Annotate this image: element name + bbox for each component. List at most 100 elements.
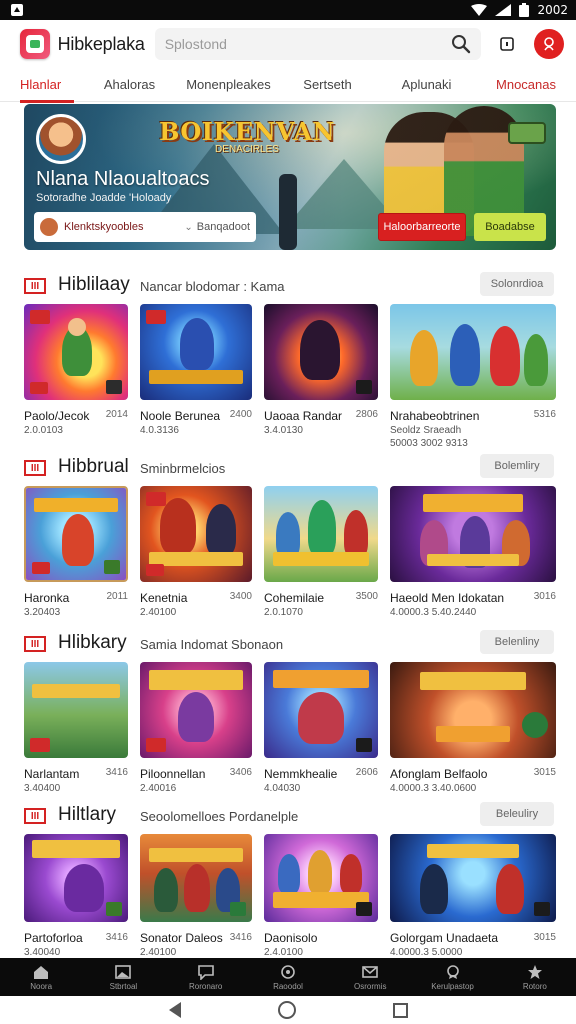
- game-card[interactable]: Piloonnellan 3406 2.40016: [140, 662, 252, 794]
- game-year: 2014: [105, 409, 128, 420]
- section-badge: III: [24, 460, 46, 476]
- game-title: Noole Berunea: [140, 409, 221, 423]
- game-meta: 2.0.0103: [24, 425, 63, 436]
- hero-select[interactable]: Klenktskyoobles ⌄ Banqadoot: [34, 212, 256, 242]
- hero-avatar[interactable]: [36, 114, 86, 164]
- game-year: 3500: [355, 591, 378, 602]
- game-thumbnail: [140, 304, 252, 400]
- game-title: Golorgam Unadaeta: [390, 931, 499, 945]
- game-thumbnail: [264, 304, 378, 400]
- recents-icon[interactable]: [392, 1002, 408, 1018]
- game-card[interactable]: Haeold Men Idokatan 3016 4.0000.3 5.40.2…: [390, 486, 556, 618]
- nav-settings[interactable]: Raoodol: [247, 958, 329, 996]
- game-thumbnail: [24, 662, 128, 758]
- game-card[interactable]: Afonglam Belfaolo 3015 4.0000.3 3.40.060…: [390, 662, 556, 794]
- hero-select-avatar: [40, 218, 58, 236]
- game-meta: 2.40100: [140, 947, 177, 958]
- game-card[interactable]: Paolo/Jecok 2014 2.0.0103: [24, 304, 128, 436]
- game-meta: Seoldz Sraeadh: [390, 425, 462, 436]
- tab-2[interactable]: Ahaloras: [80, 68, 179, 102]
- game-title: Haronka: [24, 591, 70, 605]
- hero-game-logo: BOIKENVAN DENACIRLES: [159, 117, 335, 155]
- game-meta: 3.20403: [24, 607, 61, 618]
- section-subtitle: Seoolomelloes Pordanelple: [140, 809, 299, 824]
- section-badge: III: [24, 636, 46, 652]
- status-bar: 2002: [0, 0, 576, 20]
- game-year: 3416: [229, 932, 252, 943]
- game-meta: 3.40040: [24, 947, 61, 958]
- nav-library[interactable]: Stbrtoal: [82, 958, 164, 996]
- bookmark-icon: [499, 37, 514, 51]
- game-meta: 3.4.0130: [264, 425, 303, 436]
- section-more-button[interactable]: Solonrdioa: [480, 272, 554, 296]
- game-title: Nrahabeobtrinen: [390, 409, 480, 423]
- tab-6[interactable]: Mnocanas: [476, 68, 556, 102]
- nav-mail[interactable]: Osrormis: [329, 958, 411, 996]
- tab-5[interactable]: Aplunaki: [377, 68, 476, 102]
- section-title: Hlibkary: [58, 632, 127, 653]
- game-year: 3016: [533, 591, 556, 602]
- game-card[interactable]: Haronka 2011 3.20403: [24, 486, 128, 618]
- section-subtitle: Samia Indomat Sbonaon: [140, 637, 284, 652]
- game-card[interactable]: Uaoaa Randar 2806 3.4.0130: [264, 304, 378, 436]
- star-icon: [527, 964, 542, 979]
- game-card[interactable]: Cohemilaie 3500 2.0.1070: [264, 486, 378, 618]
- tab-3[interactable]: Monenpleakes: [179, 68, 278, 102]
- hero-primary-button[interactable]: Haloorbarreorte: [378, 213, 466, 241]
- game-title: Afonglam Belfaolo: [390, 767, 488, 781]
- search-icon[interactable]: [451, 34, 471, 54]
- system-nav-bar: [0, 996, 576, 1024]
- game-meta: 4.04030: [264, 783, 301, 794]
- app-header: Hibkeplaka: [0, 20, 576, 68]
- search-input[interactable]: [164, 36, 451, 52]
- game-thumbnail: [140, 486, 252, 582]
- game-card[interactable]: Nemmkhealie 2606 4.04030: [264, 662, 378, 794]
- app-logo[interactable]: [20, 29, 50, 59]
- game-meta: 4.0000.3 5.40.2440: [390, 607, 477, 618]
- section-3: III Hlibkary Samia Indomat Sbonaon Belen…: [0, 630, 576, 802]
- game-card[interactable]: Narlantam 3416 3.40400: [24, 662, 128, 794]
- game-year: 3015: [533, 932, 556, 943]
- section-more-button[interactable]: Belenliny: [480, 630, 554, 654]
- battery-icon: [519, 3, 530, 17]
- search-bar[interactable]: [154, 28, 481, 60]
- settings-icon: [281, 964, 295, 979]
- game-card[interactable]: Golorgam Unadaeta 3015 4.0000.3 5.0000: [390, 834, 556, 958]
- tab-4[interactable]: Sertseth: [278, 68, 377, 102]
- section-title: Hiltlary: [58, 804, 117, 825]
- game-card[interactable]: Daonisolo 2.4.0100: [264, 834, 378, 958]
- back-icon[interactable]: [168, 1002, 181, 1018]
- bookmark-button[interactable]: [491, 28, 523, 60]
- account-button[interactable]: [534, 29, 564, 59]
- status-time: 2002: [537, 3, 568, 17]
- game-card[interactable]: Sonator Daleos 3416 2.40100: [140, 834, 252, 958]
- game-meta: 2.40016: [140, 783, 177, 794]
- game-card[interactable]: Kenetnia 3400 2.40100: [140, 486, 252, 618]
- hero-secondary-button[interactable]: Boadabse: [474, 213, 546, 241]
- hero-banner[interactable]: BOIKENVAN DENACIRLES Nlana Nlaoualtoacs …: [24, 104, 556, 250]
- game-card[interactable]: Partoforloa 3416 3.40040: [24, 834, 128, 958]
- game-thumbnail: [24, 834, 128, 922]
- bottom-nav: Noora Stbrtoal Roronaro Raoodol Osrormis…: [0, 958, 576, 996]
- game-thumbnail: [24, 486, 128, 582]
- nav-badges[interactable]: Kerulpastop: [411, 958, 493, 996]
- game-year: 3400: [229, 591, 252, 602]
- game-card[interactable]: Nrahabeobtrinen 5316 Seoldz Sraeadh 5000…: [390, 304, 556, 449]
- nav-home[interactable]: Noora: [0, 958, 82, 996]
- section-subtitle: Nancar blodomar : Kama: [140, 279, 285, 294]
- nav-favorites[interactable]: Rotoro: [494, 958, 576, 996]
- signal-icon: [495, 4, 512, 16]
- section-more-button[interactable]: Beleuliry: [480, 802, 554, 826]
- tab-1[interactable]: Hlanlar: [20, 68, 80, 103]
- game-title: Paolo/Jecok: [24, 409, 90, 423]
- game-year: 2011: [106, 591, 128, 602]
- game-card[interactable]: Noole Berunea 2400 4.0.3136: [140, 304, 252, 436]
- section-more-button[interactable]: Bolemliry: [480, 454, 554, 478]
- badge-icon: [446, 964, 459, 979]
- game-year: 3015: [533, 767, 556, 778]
- app-title: Hibkeplaka: [57, 33, 145, 54]
- home-icon: [34, 965, 49, 979]
- section-subtitle: Sminbrmelcios: [140, 461, 226, 476]
- nav-messages[interactable]: Roronaro: [165, 958, 247, 996]
- home-button-icon[interactable]: [277, 1001, 296, 1019]
